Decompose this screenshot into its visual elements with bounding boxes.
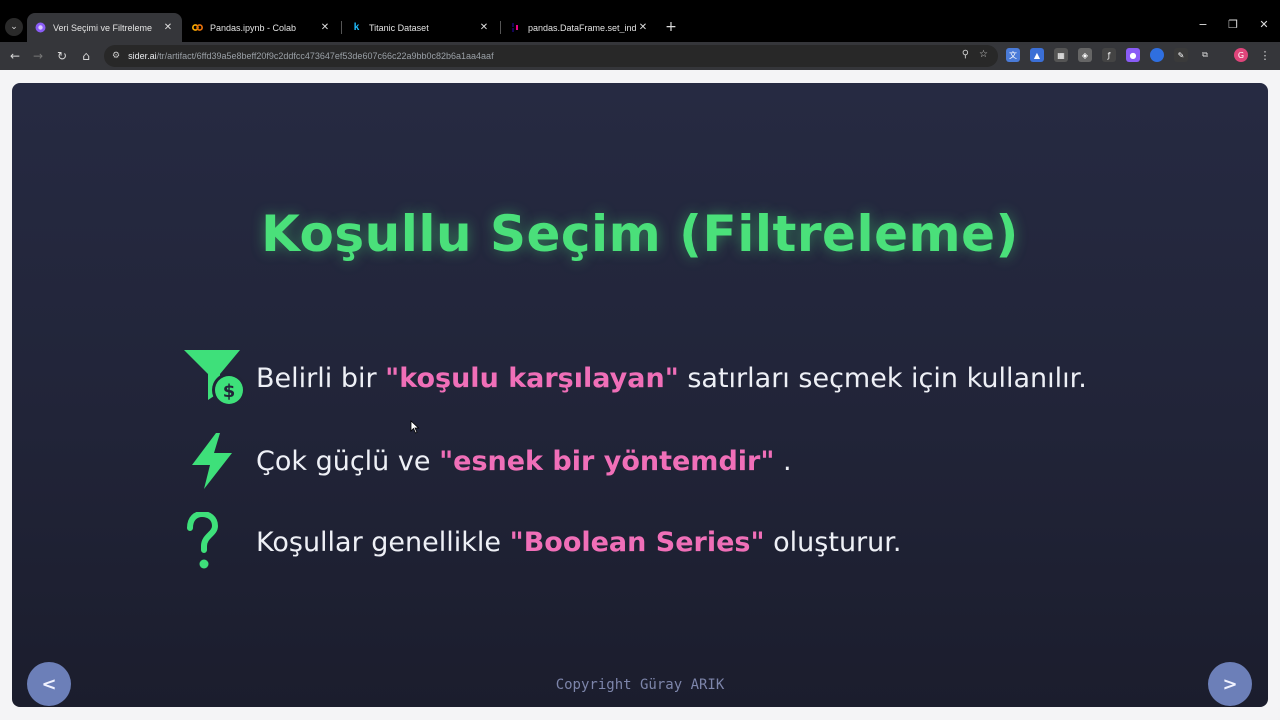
puzzle-icon[interactable]: ⧉ — [1198, 48, 1212, 62]
arrow-right-icon: → — [32, 49, 44, 63]
highlight-text: "koşulu karşılayan" — [385, 362, 679, 394]
minimize-button[interactable]: − — [1193, 18, 1213, 31]
restore-icon: ❐ — [1228, 18, 1238, 31]
tab-veri-secimi[interactable]: Veri Seçimi ve Filtreleme ✕ — [27, 13, 182, 42]
translate-extension-icon[interactable]: 文 — [1006, 48, 1020, 62]
tab-title: Titanic Dataset — [369, 22, 429, 33]
funnel-dollar-icon: $ — [182, 348, 248, 408]
more-menu-icon[interactable]: ⋮ — [1258, 48, 1272, 62]
tab-pandas[interactable]: pandas.DataFrame.set_index — ✕ — [502, 13, 657, 42]
copyright-text: Copyright Güray ARIK — [555, 677, 725, 693]
zoom-icon[interactable]: ⚲ — [962, 49, 969, 60]
close-icon[interactable]: ✕ — [478, 22, 490, 33]
sider-extension-icon[interactable]: ● — [1126, 48, 1140, 62]
mouse-cursor-icon — [410, 420, 420, 434]
close-icon[interactable]: ✕ — [319, 22, 331, 33]
page-viewport: Koşullu Seçim (Filtreleme) $ Belirli bir… — [0, 70, 1280, 720]
address-bar[interactable]: ⚙ sider.ai/tr/artifact/6ffd39a5e8beff20f… — [104, 45, 998, 67]
bullet-text: Koşullar genellikle "Boolean Series" olu… — [256, 526, 902, 558]
tab-colab[interactable]: Pandas.ipynb - Colab ✕ — [184, 13, 339, 42]
extension-cap-icon[interactable]: ▲ — [1030, 48, 1044, 62]
close-icon[interactable]: ✕ — [637, 22, 649, 33]
prev-slide-button[interactable]: < — [27, 662, 71, 706]
reload-button[interactable]: ↻ — [53, 47, 71, 65]
bookmark-star-icon[interactable]: ☆ — [979, 49, 988, 60]
chevron-down-icon: ⌄ — [10, 22, 18, 32]
tab-title: Pandas.ipynb - Colab — [210, 22, 297, 33]
extension-fx-icon[interactable]: ƒ — [1102, 48, 1116, 62]
extension-grid-icon[interactable]: ▦ — [1054, 48, 1068, 62]
reload-icon: ↻ — [56, 49, 68, 63]
url-text: sider.ai/tr/artifact/6ffd39a5e8beff20f9c… — [128, 51, 494, 61]
bullet-text: Çok güçlü ve "esnek bir yöntemdir" . — [256, 445, 792, 477]
tab-divider — [341, 21, 342, 34]
tab-title: pandas.DataFrame.set_index — — [528, 22, 637, 33]
extension-dot-icon[interactable] — [1150, 48, 1164, 62]
highlight-text: "Boolean Series" — [509, 526, 765, 558]
minimize-icon: − — [1198, 18, 1208, 31]
close-icon: ✕ — [1259, 18, 1269, 31]
kaggle-icon: k — [353, 22, 360, 33]
shield-icon[interactable]: ◈ — [1078, 48, 1092, 62]
site-settings-icon[interactable]: ⚙ — [112, 51, 120, 61]
home-icon: ⌂ — [82, 49, 90, 63]
bullet-text: Belirli bir "koşulu karşılayan" satırlar… — [256, 362, 1087, 394]
svg-text:$: $ — [223, 381, 236, 402]
tab-title: Veri Seçimi ve Filtreleme — [53, 22, 153, 33]
new-tab-button[interactable]: + — [662, 18, 680, 36]
tab-strip: ⌄ Veri Seçimi ve Filtreleme ✕ Pandas.ipy… — [0, 0, 1280, 42]
highlight-text: "esnek bir yöntemdir" — [439, 445, 775, 477]
bullet-item: $ Belirli bir "koşulu karşılayan" satırl… — [182, 348, 1087, 408]
slide: Koşullu Seçim (Filtreleme) $ Belirli bir… — [12, 83, 1268, 707]
forward-button[interactable]: → — [29, 47, 47, 65]
slide-title: Koşullu Seçim (Filtreleme) — [261, 205, 1019, 263]
bullet-item: Koşullar genellikle "Boolean Series" olu… — [182, 512, 901, 572]
pen-icon[interactable]: ✎ — [1174, 48, 1188, 62]
restore-button[interactable]: ❐ — [1223, 18, 1243, 31]
tab-titanic[interactable]: k Titanic Dataset ✕ — [343, 13, 498, 42]
lightning-bolt-icon — [182, 431, 248, 491]
avatar[interactable]: G — [1234, 48, 1248, 62]
close-icon[interactable]: ✕ — [162, 22, 174, 33]
tab-divider — [500, 21, 501, 34]
tab-search-button[interactable]: ⌄ — [5, 18, 23, 36]
next-slide-button[interactable]: > — [1208, 662, 1252, 706]
home-button[interactable]: ⌂ — [77, 47, 95, 65]
pandas-icon — [510, 22, 521, 33]
back-button[interactable]: ← — [6, 47, 24, 65]
question-mark-icon — [182, 512, 248, 572]
close-window-button[interactable]: ✕ — [1254, 18, 1274, 31]
sider-icon — [35, 22, 46, 33]
bullet-item: Çok güçlü ve "esnek bir yöntemdir" . — [182, 431, 792, 491]
arrow-left-icon: ← — [9, 49, 21, 63]
colab-icon — [192, 22, 203, 33]
